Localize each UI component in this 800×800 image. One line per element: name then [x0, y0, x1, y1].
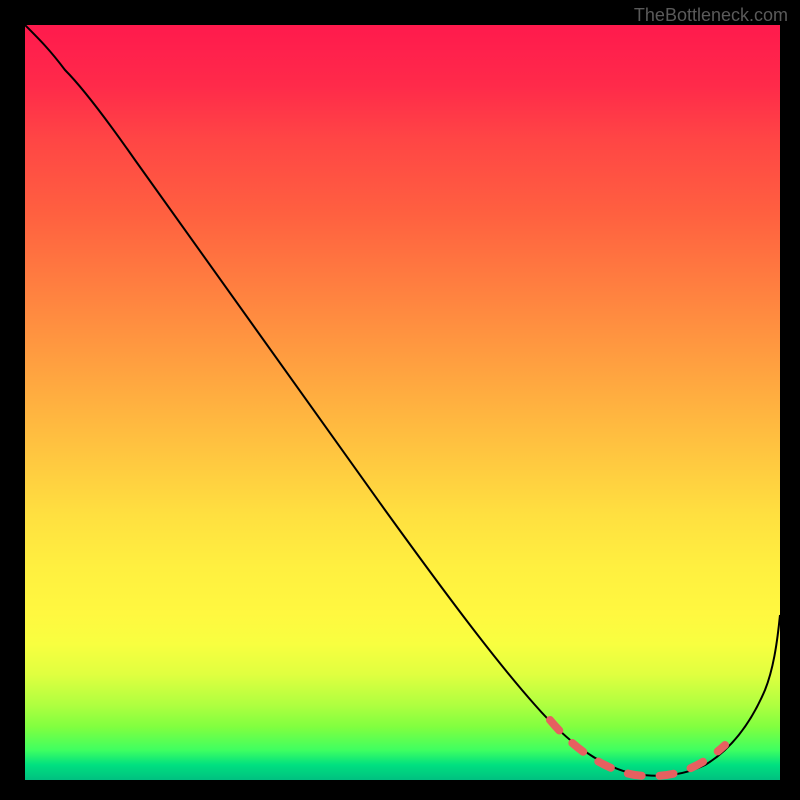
bottleneck-curve	[25, 25, 780, 776]
attribution-text: TheBottleneck.com	[634, 5, 788, 26]
plot-area	[25, 25, 780, 780]
chart-svg	[25, 25, 780, 780]
optimal-zone-highlight	[550, 720, 725, 776]
